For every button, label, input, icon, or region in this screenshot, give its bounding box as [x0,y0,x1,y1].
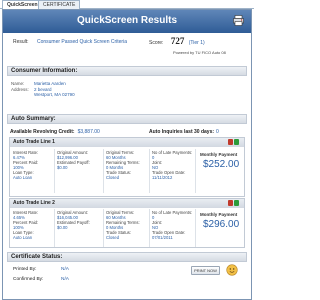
auto-summary-heading: Auto Summary: [7,114,247,124]
trade-line-flags [228,139,240,147]
name-label: Name: [11,81,25,86]
trade-line: Auto Trade Line 1 Interest Rate: 6.47% P… [9,137,245,197]
consumer-name: Marietta Aarden [34,81,66,86]
trade-open-value: 07/01/2011 [152,235,173,240]
loan-type-value: Auto Loan [13,175,33,180]
result-label: Result: [13,39,29,45]
printer-icon[interactable] [233,15,244,26]
address-line2: Westport, MA 02790 [34,92,75,97]
trade-status-value: Closed [106,175,120,180]
trade-line-title: Auto Trade Line 1 [10,138,244,147]
trade-status-value: Closed [106,235,120,240]
red-flag-icon [228,139,233,145]
trade-col-history: No of Late Payments: 0 Joint: NO Trade O… [152,210,192,240]
confirmed-by-value: N/A [61,277,69,282]
certificate-status-heading: Certificate Status: [7,252,247,262]
tab-bar: QuickScreen CERTIFICATE [0,0,254,9]
column-divider [149,149,150,193]
available-credit-label: Available Revolving Credit: [10,129,75,135]
printed-by-value: N/A [61,267,69,272]
printed-by-label: Printed By: [13,267,37,272]
column-divider [103,209,104,247]
auto-inquiries: Auto Inquiries last 30 days: 0 [149,129,219,135]
score-label: Score: [149,40,164,46]
consumer-info-heading: Consumer Information: [7,66,247,76]
monthly-payment-value: $252.00 [203,159,240,170]
trade-col-amounts: Original Amount: $12,996.00 Estimated Pa… [57,150,90,170]
column-divider [54,209,55,247]
trade-line-title: Auto Trade Line 2 [10,199,244,208]
trade-col-amounts: Original Amount: $16,045.00 Estimated Pa… [57,210,90,230]
monthly-payment-label: Monthly Payment [200,152,238,157]
score-value: 727 [170,36,185,46]
powered-by: Powered by TU FICO Auto 08 [173,50,226,55]
available-credit: Available Revolving Credit: $3,887.00 [10,129,100,135]
auto-inquiries-value: 0 [216,129,219,135]
page-title: QuickScreen Results [76,15,178,26]
tab-quickscreen[interactable]: QuickScreen [2,0,43,9]
trade-line-title-text: Auto Trade Line 2 [13,200,55,206]
results-banner: QuickScreen Results [3,10,251,33]
score-block: Score: 727 (Tier 1) [149,36,205,47]
address-label: Address: [11,87,29,92]
estimated-payoff-value: $0.00 [57,165,68,170]
trade-col-terms: Original Terms: 60 Months Remaining Term… [106,150,140,180]
trade-line: Auto Trade Line 2 Interest Rate: 4.65% P… [9,198,245,248]
estimated-payoff-value: $0.00 [57,225,68,230]
column-divider [54,149,55,193]
results-panel: QuickScreen Results Result: Consumer Pas… [2,9,252,300]
late-payments-label: No of Late Payments: [152,210,193,215]
certificate-badge-icon [226,264,238,276]
trade-line-flags [228,200,240,208]
red-flag-icon [228,200,233,206]
monthly-payment-label: Monthly Payment [200,212,238,217]
confirmed-by-label: Confirmed By: [13,277,44,282]
score-tier: (Tier 1) [188,40,205,46]
print-now-button[interactable]: PRINT NOW [191,266,220,275]
trade-col-rates: Interest Rate: 6.47% Percent Paid: 100% … [13,150,38,180]
trade-line-title-text: Auto Trade Line 1 [13,139,55,145]
green-flag-icon [234,139,239,145]
trade-open-value: 11/11/2012 [152,175,173,180]
trade-col-history: No of Late Payments: 0 Joint: NO Trade O… [152,150,192,180]
late-payments-label: No of Late Payments: [152,150,193,155]
trade-col-rates: Interest Rate: 4.65% Percent Paid: 100% … [13,210,38,240]
monthly-payment-value: $296.00 [203,219,240,230]
tab-certificate[interactable]: CERTIFICATE [38,0,81,9]
trade-col-terms: Original Terms: 60 Months Remaining Term… [106,210,140,240]
auto-inquiries-label: Auto Inquiries last 30 days: [149,129,215,135]
column-divider [103,149,104,193]
column-divider [195,149,196,193]
green-flag-icon [234,200,239,206]
result-row: Result: Consumer Passed Quick Screen Cri… [13,39,127,46]
loan-type-value: Auto Loan [13,235,33,240]
available-credit-value: $3,887.00 [77,129,100,135]
result-value: Consumer Passed Quick Screen Criteria [36,39,127,45]
column-divider [195,209,196,247]
column-divider [149,209,150,247]
